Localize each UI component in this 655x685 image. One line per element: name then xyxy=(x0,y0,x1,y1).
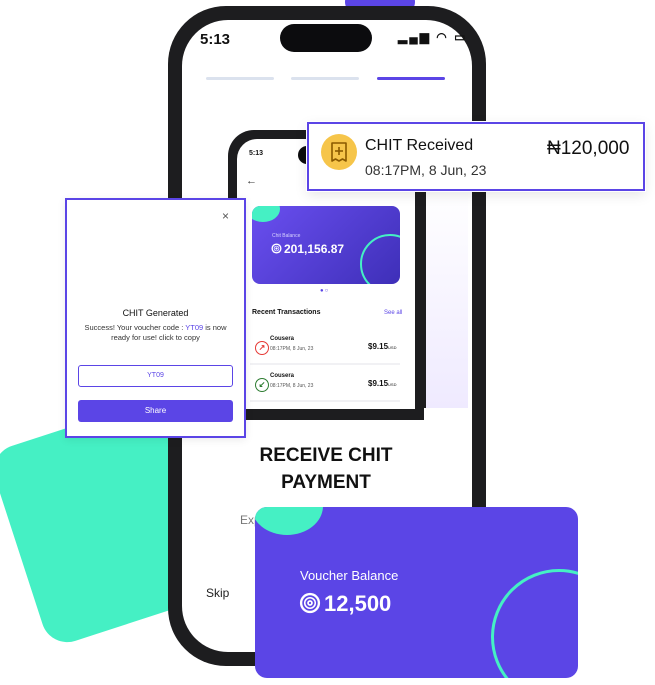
notification-amount: ₦120,000 xyxy=(547,138,630,159)
voucher-teal-ring xyxy=(491,569,578,678)
card-teal-ring xyxy=(360,234,400,284)
recent-transactions-title: Recent Transactions xyxy=(252,309,321,316)
chit-generated-dialog: × CHIT Generated Success! Your voucher c… xyxy=(65,198,246,438)
chit-balance-label: Chit Balance xyxy=(272,233,301,239)
transaction-currency: USD xyxy=(388,345,397,350)
transaction-date: 08:17PM, 8 Jun, 23 xyxy=(270,383,314,389)
voucher-code-inline[interactable]: YT09 xyxy=(185,323,203,332)
transaction-amount-value: $9.15 xyxy=(368,342,389,351)
notification-title: CHIT Received xyxy=(365,137,474,154)
transaction-date: 08:17PM, 8 Jun, 23 xyxy=(270,346,314,352)
dialog-message-prefix: Success! Your voucher code : xyxy=(84,323,186,332)
chit-balance-value: 201,156.87 xyxy=(284,242,345,256)
transaction-amount: $9.15USD xyxy=(368,342,396,351)
share-button[interactable]: Share xyxy=(78,400,233,422)
skip-button[interactable]: Skip xyxy=(206,586,229,600)
chit-coin-icon xyxy=(271,243,282,254)
transaction-name: Cousera xyxy=(270,336,295,342)
outgoing-arrow-icon: ↗ xyxy=(255,341,269,355)
voucher-balance-amount: 12,500 xyxy=(299,591,391,617)
card-teal-blob xyxy=(252,206,280,222)
notification-time: 08:17PM, 8 Jun, 23 xyxy=(365,162,487,178)
progress-step-3-active xyxy=(377,77,445,80)
status-signal-wifi-battery-icon: ▂▄▆ ◠ ▭ xyxy=(398,30,468,44)
dialog-message: Success! Your voucher code : YT09 is now… xyxy=(79,323,232,343)
status-time: 5:13 xyxy=(200,31,231,48)
chit-balance-amount: 201,156.87 xyxy=(271,242,344,256)
voucher-balance-label: Voucher Balance xyxy=(300,568,399,583)
receipt-add-glyph xyxy=(331,142,347,162)
transaction-name: Cousera xyxy=(270,373,295,379)
mini-phone-side xyxy=(416,186,426,408)
voucher-balance-value: 12,500 xyxy=(324,591,392,616)
transaction-amount-value: $9.15 xyxy=(368,379,389,388)
see-all-link[interactable]: See all xyxy=(384,310,402,316)
back-arrow-icon[interactable]: ← xyxy=(246,175,257,187)
incoming-arrow-icon: ↙ xyxy=(255,378,269,392)
dialog-title: CHIT Generated xyxy=(122,308,189,318)
voucher-teal-blob xyxy=(255,507,323,535)
mini-status-time: 5:13 xyxy=(249,150,264,157)
transaction-row[interactable]: ↗ Cousera 08:17PM, 8 Jun, 23 $9.15USD xyxy=(250,333,400,365)
onboarding-title: RECEIVE CHIT PAYMENT xyxy=(259,445,393,493)
chit-coin-icon xyxy=(299,592,321,614)
progress-step-1 xyxy=(206,77,274,80)
transaction-amount: $9.15USD xyxy=(368,379,396,388)
chit-received-notification[interactable]: CHIT Received 08:17PM, 8 Jun, 23 ₦120,00… xyxy=(307,122,645,191)
progress-step-2 xyxy=(291,77,359,80)
chit-balance-card[interactable]: Chit Balance 201,156.87 xyxy=(252,206,400,284)
carousel-dots: ●○ xyxy=(320,288,330,294)
voucher-code-field[interactable]: YT09 xyxy=(78,365,233,387)
dynamic-island xyxy=(280,24,372,52)
close-icon[interactable]: × xyxy=(222,209,229,223)
receipt-add-icon xyxy=(321,134,357,170)
transaction-currency: USD xyxy=(388,382,397,387)
voucher-balance-card[interactable]: Voucher Balance 12,500 xyxy=(255,507,578,678)
transaction-row[interactable]: ↙ Cousera 08:17PM, 8 Jun, 23 $9.15USD xyxy=(250,370,400,402)
